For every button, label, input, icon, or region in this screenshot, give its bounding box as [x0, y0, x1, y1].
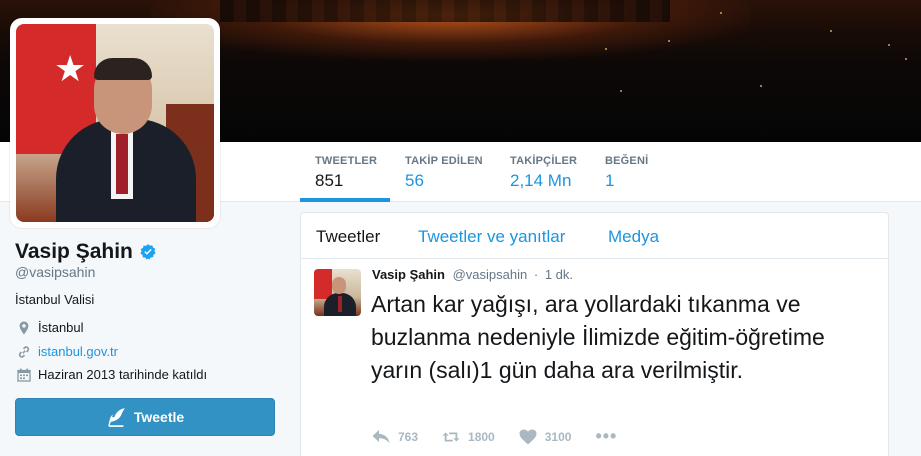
banner-light [888, 44, 890, 46]
tweet-separator: · [533, 267, 539, 282]
tab-media[interactable]: Medya [608, 227, 659, 247]
banner-skyline [220, 0, 670, 22]
stat-likes[interactable]: BEĞENİ 1 [590, 142, 663, 202]
heart-icon [519, 429, 537, 444]
location-text: İstanbul [38, 320, 84, 335]
retweet-icon [442, 432, 460, 441]
profile-bio: İstanbul Valisi [15, 292, 95, 307]
banner-light [720, 12, 722, 14]
url-link[interactable]: istanbul.gov.tr [38, 344, 118, 359]
avatar-tie [116, 134, 128, 194]
tweet-item[interactable]: Vasip Şahin @vasipsahin · 1 dk. Artan ka… [301, 260, 888, 456]
profile-url[interactable]: istanbul.gov.tr [17, 344, 118, 359]
banner-light [668, 40, 670, 42]
quill-icon [108, 408, 125, 427]
star-icon: ★ [54, 49, 87, 90]
profile-location: İstanbul [17, 320, 84, 335]
profile-name-row: Vasip Şahin [15, 240, 157, 264]
like-count: 3100 [544, 429, 572, 444]
tweet-author-avatar[interactable] [314, 269, 361, 316]
profile-joined: Haziran 2013 tarihinde katıldı [17, 367, 207, 382]
location-pin-icon [19, 321, 29, 334]
stat-following-value: 56 [405, 171, 424, 190]
retweet-count: 1800 [468, 429, 495, 444]
tab-tweets-replies[interactable]: Tweetler ve yanıtlar [418, 227, 565, 247]
stat-likes-value: 1 [605, 171, 615, 190]
stat-tweets-label: TWEETLER [315, 155, 378, 167]
timeline-tabs: Tweetler Tweetler ve yanıtlar Medya [301, 213, 888, 259]
banner-light [605, 48, 607, 50]
tweet-compose-label: Tweetle [133, 409, 185, 425]
reply-count: 763 [398, 429, 419, 444]
joined-text: Haziran 2013 tarihinde katıldı [38, 367, 208, 382]
avatar-tie [338, 296, 342, 312]
avatar-head [332, 277, 346, 294]
tweet-author-handle[interactable]: @vasipsahin [453, 267, 528, 282]
stat-following[interactable]: TAKİP EDİLEN 56 [390, 142, 498, 202]
stat-tweets[interactable]: TWEETLER 851 [300, 142, 390, 202]
tweet-actions: 763 1800 3100 ••• [372, 426, 617, 447]
timeline-card: Tweetler Tweetler ve yanıtlar Medya Vasi… [300, 212, 889, 456]
reply-icon [372, 429, 390, 443]
avatar-photo: ★ [16, 24, 214, 222]
verified-badge-icon [140, 244, 156, 260]
profile-avatar[interactable]: ★ [10, 18, 220, 228]
tweet-timestamp[interactable]: 1 dk. [545, 267, 573, 282]
retweet-button[interactable]: 1800 [442, 429, 495, 445]
banner-light [830, 30, 832, 32]
tweet-text: Artan kar yağışı, ara yollardaki tıkanma… [371, 291, 825, 383]
tweet-header: Vasip Şahin @vasipsahin · 1 dk. [372, 267, 573, 282]
more-options-button[interactable]: ••• [595, 426, 617, 447]
banner-light [620, 90, 622, 92]
stat-followers[interactable]: TAKİPÇİLER 2,14 Mn [495, 142, 592, 202]
avatar-hair [94, 58, 152, 80]
stat-likes-label: BEĞENİ [605, 155, 649, 167]
stat-following-label: TAKİP EDİLEN [405, 155, 483, 167]
profile-handle[interactable]: @vasipsahin [15, 264, 95, 280]
stat-tweets-value: 851 [315, 171, 344, 190]
tweet-author-name[interactable]: Vasip Şahin [372, 267, 445, 282]
tab-tweets[interactable]: Tweetler [316, 227, 380, 247]
stat-followers-label: TAKİPÇİLER [510, 155, 578, 167]
banner-light [905, 58, 907, 60]
link-icon [18, 345, 30, 358]
like-button[interactable]: 3100 [519, 429, 572, 445]
stat-followers-value: 2,14 Mn [510, 171, 572, 190]
reply-button[interactable]: 763 [372, 429, 418, 445]
banner-light [760, 85, 762, 87]
tweet-compose-button[interactable]: Tweetle [15, 398, 275, 436]
calendar-icon [17, 368, 31, 382]
profile-name[interactable]: Vasip Şahin [15, 240, 133, 264]
